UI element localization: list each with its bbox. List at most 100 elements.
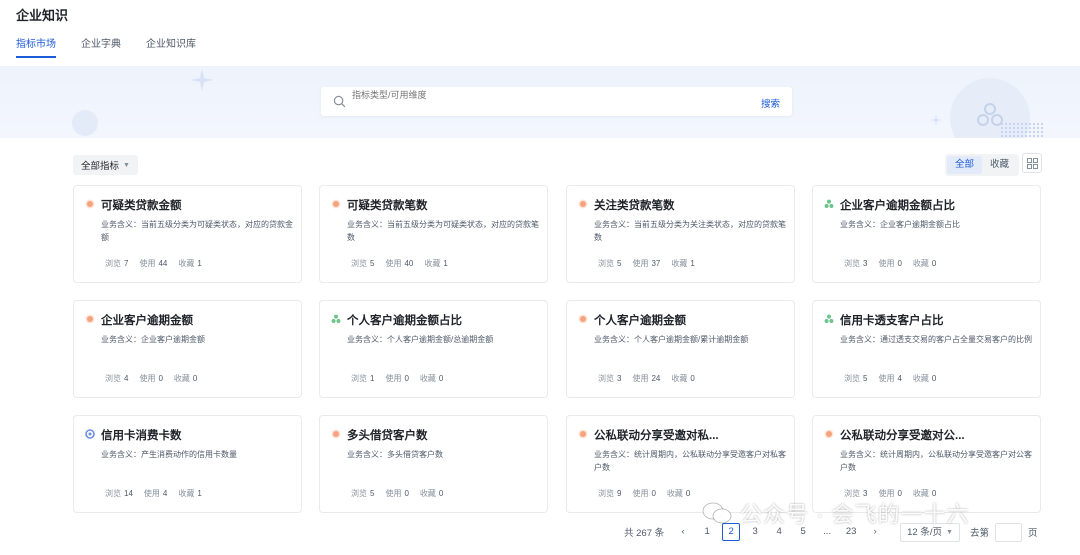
views-label: 浏览 [598, 374, 614, 383]
watermark-text: 公众号 · 会飞的一十六 [740, 502, 970, 527]
favorites-count: 0 [690, 374, 695, 383]
metric-card[interactable]: 企业客户逾期金额占比 业务含义：企业客户逾期金额占比 浏览 3 使用 0 收藏 0 [812, 185, 1041, 283]
uses-label: 使用 [385, 489, 402, 498]
show-all-button[interactable]: 全部 [947, 156, 983, 174]
metric-stats: 浏览 5 使用 4 收藏 0 [844, 373, 936, 384]
views-label: 浏览 [598, 489, 614, 498]
uses-stat: 使用 0 [878, 258, 901, 269]
views-count: 4 [124, 374, 129, 383]
favorites-label: 收藏 [419, 489, 436, 498]
favorites-label: 收藏 [178, 259, 195, 268]
views-label: 浏览 [844, 259, 860, 268]
search-input[interactable] [352, 88, 752, 102]
grid-icon [1026, 157, 1038, 169]
favorites-label: 收藏 [666, 489, 683, 498]
favorites-count: 1 [690, 259, 695, 268]
favorites-stat: 收藏 1 [178, 488, 201, 499]
views-stat: 浏览 3 [844, 258, 867, 269]
search-icon [333, 95, 346, 108]
uses-stat: 使用 0 [139, 373, 162, 384]
tab-metric-market[interactable]: 指标市场 [16, 35, 56, 58]
metric-type-icon [85, 314, 95, 324]
metric-type-icon [824, 314, 834, 323]
metric-type-icon [331, 199, 341, 209]
metric-title: 企业客户逾期金额占比 [840, 200, 955, 212]
views-count: 3 [617, 374, 622, 383]
views-stat: 浏览 9 [598, 488, 621, 499]
metric-type-icon [85, 199, 95, 209]
circle-decoration [72, 110, 98, 136]
uses-label: 使用 [632, 489, 649, 498]
metric-type-icon [578, 199, 588, 209]
views-stat: 浏览 5 [844, 373, 867, 384]
metric-description: 业务含义：当前五级分类为可疑类状态，对应的贷款笔数 [347, 220, 539, 242]
views-count: 7 [124, 259, 129, 268]
views-label: 浏览 [105, 489, 121, 498]
page-jump-input[interactable] [994, 522, 1022, 542]
favorites-stat: 收藏 0 [667, 488, 690, 499]
metric-card[interactable]: 可疑类贷款笔数 业务含义：当前五级分类为可疑类状态，对应的贷款笔数 浏览 5 使用… [319, 185, 548, 283]
metric-card[interactable]: 可疑类贷款金额 业务含义：当前五级分类为可疑类状态，对应的贷款金额 浏览 7 使用… [73, 185, 302, 283]
tab-enterprise-dictionary[interactable]: 企业字典 [81, 35, 121, 58]
uses-count: 40 [404, 259, 414, 268]
sparkle-decoration-icon [930, 114, 942, 126]
tab-enterprise-knowledge-base[interactable]: 企业知识库 [146, 35, 196, 58]
metric-description: 业务含义：通过透支交易的客户占全量交易客户的比例 [840, 335, 1032, 344]
views-label: 浏览 [105, 259, 121, 268]
metric-card[interactable]: 个人客户逾期金额占比 业务含义：个人客户逾期金额/总逾期金额 浏览 1 使用 0 收… [319, 300, 548, 398]
uses-label: 使用 [878, 374, 895, 383]
favorites-count: 0 [438, 489, 444, 498]
metric-description: 业务含义：当前五级分类为关注类状态，对应的贷款笔数 [594, 220, 786, 242]
favorites-count: 1 [197, 489, 202, 498]
views-stat: 浏览 5 [351, 488, 374, 499]
views-count: 3 [863, 259, 868, 268]
metric-description: 业务含义：企业客户逾期金额 [101, 335, 205, 344]
favorites-stat: 收藏 0 [671, 373, 694, 384]
favorites-count: 0 [192, 374, 198, 383]
uses-stat: 使用 24 [632, 373, 660, 384]
metric-type-icon [331, 314, 341, 323]
favorites-count: 0 [931, 374, 937, 383]
metric-card[interactable]: 企业客户逾期金额 业务含义：企业客户逾期金额 浏览 4 使用 0 收藏 0 [73, 300, 302, 398]
metric-description: 业务含义：个人客户逾期金额/总逾期金额 [347, 335, 494, 344]
metric-card[interactable]: 信用卡消费卡数 业务含义：产生消费动作的信用卡数量 浏览 14 使用 4 收藏 1 [73, 415, 302, 513]
metric-description: 业务含义：产生消费动作的信用卡数量 [101, 450, 237, 459]
watermark: 公众号 · 会飞的一十六 [702, 497, 970, 529]
metric-stats: 浏览 4 使用 0 收藏 0 [105, 373, 197, 384]
uses-stat: 使用 0 [385, 373, 408, 384]
metric-title: 关注类贷款笔数 [594, 200, 675, 212]
show-favorites-button[interactable]: 收藏 [982, 156, 1017, 174]
grid-view-button[interactable] [1022, 153, 1042, 173]
views-count: 1 [370, 374, 375, 383]
views-label: 浏览 [105, 374, 121, 383]
views-stat: 浏览 3 [598, 373, 621, 384]
chevron-left-icon[interactable]: ‹ [674, 523, 692, 541]
views-count: 5 [370, 489, 375, 498]
uses-count: 0 [897, 259, 902, 268]
uses-stat: 使用 4 [878, 373, 901, 384]
metric-card[interactable]: 多头借贷客户数 业务含义：多头借贷客户数 浏览 5 使用 0 收藏 0 [319, 415, 548, 513]
views-label: 浏览 [351, 374, 367, 383]
metric-card[interactable]: 关注类贷款笔数 业务含义：当前五级分类为关注类状态，对应的贷款笔数 浏览 5 使用… [566, 185, 795, 283]
favorites-stat: 收藏 0 [913, 373, 936, 384]
favorites-count: 0 [685, 489, 691, 498]
views-stat: 浏览 14 [105, 488, 133, 499]
views-count: 5 [617, 259, 622, 268]
metric-title: 信用卡消费卡数 [101, 430, 182, 442]
metric-filter-dropdown[interactable]: 全部指标 ▼ [73, 155, 138, 175]
metric-description: 业务含义：企业客户逾期金额占比 [840, 220, 960, 229]
uses-count: 0 [158, 374, 163, 383]
search-button[interactable]: 搜索 [761, 96, 780, 110]
metric-description: 业务含义：多头借贷客户数 [347, 450, 443, 459]
uses-count: 4 [897, 374, 902, 383]
metric-card[interactable]: 信用卡透支客户占比 业务含义：通过透支交易的客户占全量交易客户的比例 浏览 5 使… [812, 300, 1041, 398]
metric-title: 可疑类贷款金额 [101, 200, 182, 212]
views-label: 浏览 [844, 374, 860, 383]
uses-stat: 使用 4 [144, 488, 167, 499]
wechat-icon [702, 502, 732, 524]
metric-card[interactable]: 个人客户逾期金额 业务含义：个人客户逾期金额/累计逾期金额 浏览 3 使用 24 收… [566, 300, 795, 398]
metric-title: 公私联动分享受邀对私... [594, 430, 719, 442]
favorites-count: 1 [443, 259, 448, 268]
views-count: 14 [124, 489, 133, 498]
uses-stat: 使用 40 [385, 258, 413, 269]
